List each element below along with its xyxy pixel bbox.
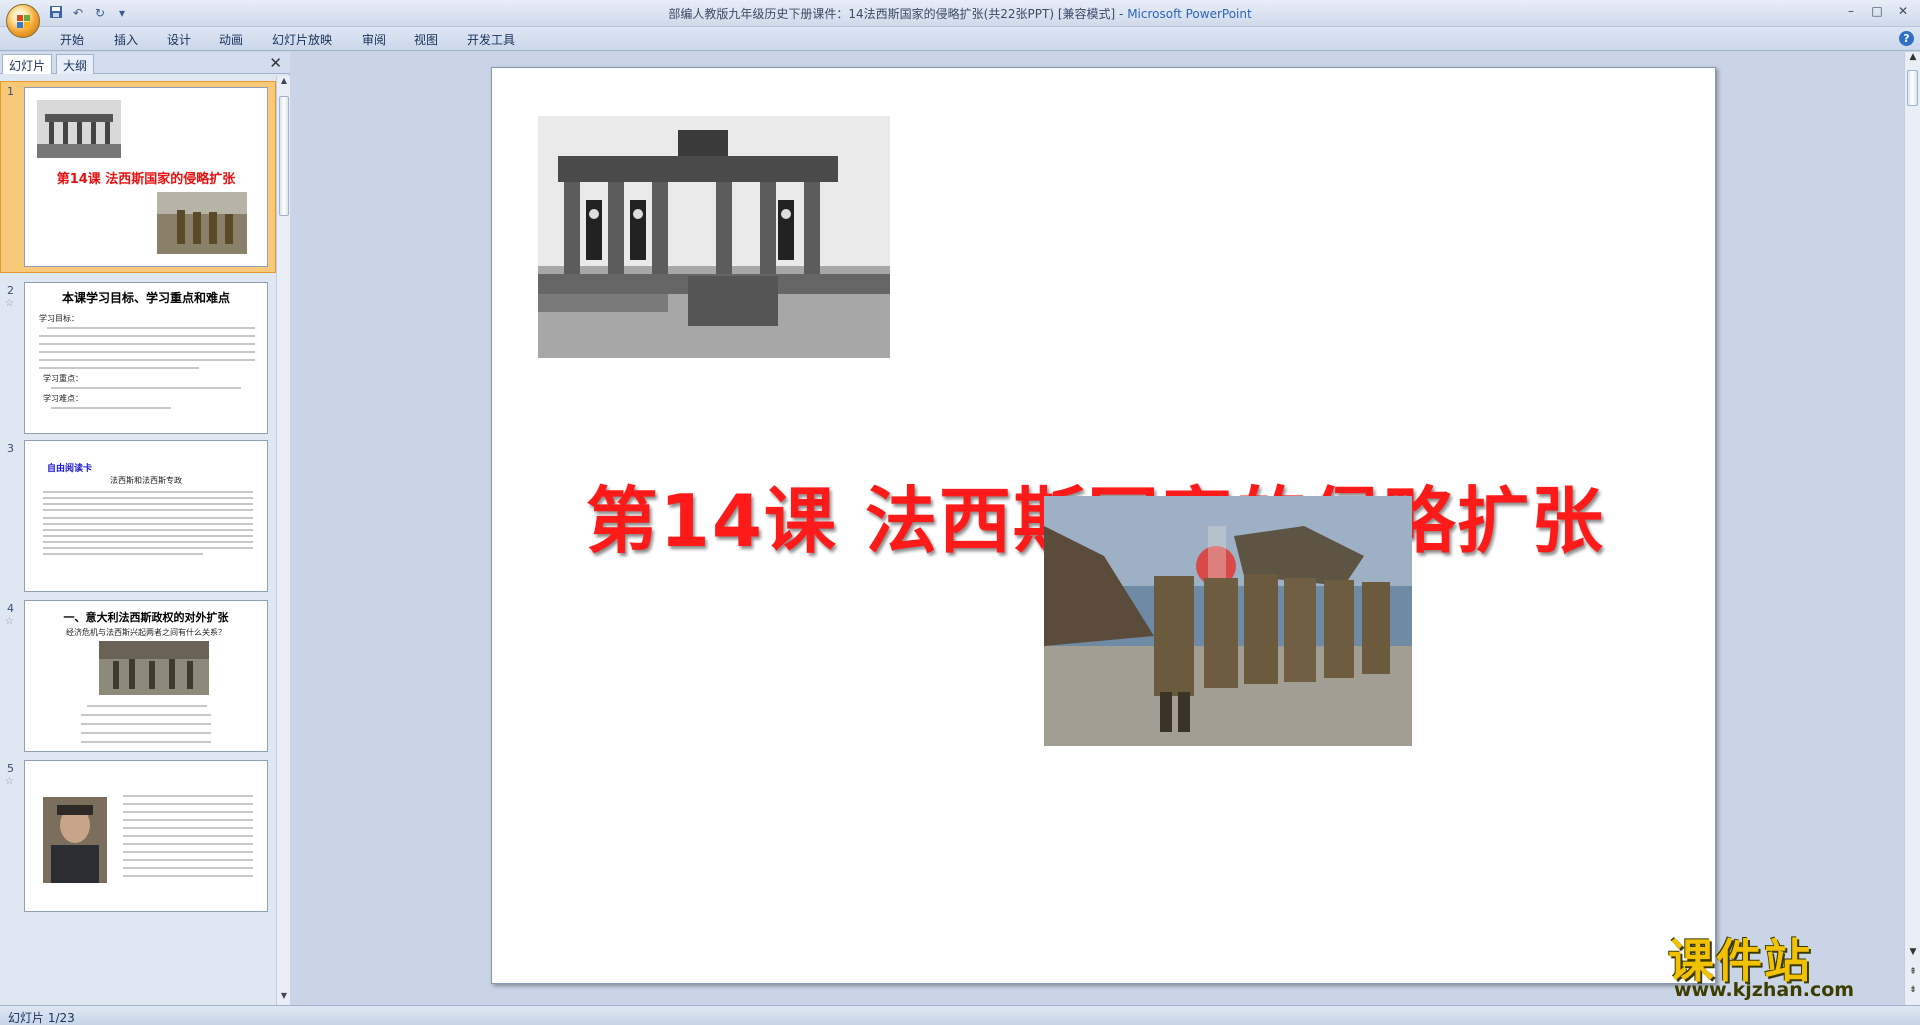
thumb-question: 经济危机与法西斯兴起两者之间有什么关系？: [66, 628, 226, 637]
soldiers-photo-thumb: [157, 192, 247, 254]
slide-thumbnail-4[interactable]: 4 ☆ 一、意大利法西斯政权的对外扩张 经济危机与法西斯兴起两者之间有什么关系？: [0, 598, 276, 758]
panel-tabs: 幻灯片 大纲 ✕: [0, 52, 290, 74]
app-name: Microsoft PowerPoint: [1127, 7, 1252, 21]
transition-icon: ☆: [5, 616, 14, 627]
slide-preview: 本课学习目标、学习重点和难点 学习目标： 学习重点： 学习难点：: [24, 282, 268, 434]
soldiers-march-photo[interactable]: [1044, 496, 1412, 746]
thumb-text: 学习目标：: [39, 314, 79, 323]
slide-canvas[interactable]: 第14课 法西斯国家的侵略扩张: [491, 67, 1716, 984]
office-button[interactable]: [6, 4, 40, 38]
slide-thumbnail-2[interactable]: 2 ☆ 本课学习目标、学习重点和难点 学习目标： 学习重点： 学习难点：: [0, 280, 276, 440]
transition-icon: ☆: [5, 298, 14, 309]
close-button[interactable]: ✕: [1890, 2, 1916, 20]
slide-thumbnail-3[interactable]: 3 自由阅读卡 法西斯和法西斯专政: [0, 438, 276, 598]
gate-photo-thumb: [37, 100, 121, 158]
slide-editor: 第14课 法西斯国家的侵略扩张: [291, 52, 1904, 1005]
thumb-text: 学习重点：: [43, 374, 83, 383]
slide-preview: 自由阅读卡 法西斯和法西斯专政: [24, 440, 268, 592]
slide-number: 1: [7, 85, 14, 98]
thumb-title: 自由阅读卡: [47, 464, 93, 474]
tab-home[interactable]: 开始: [60, 31, 84, 48]
scrollbar-thumb[interactable]: [279, 96, 289, 216]
thumb-title: 一、意大利法西斯政权的对外扩张: [63, 611, 229, 624]
transition-icon: ☆: [5, 776, 14, 787]
window-controls: – □ ✕: [1838, 2, 1916, 20]
window-title: 部编人教版九年级历史下册课件：14法西斯国家的侵略扩张(共22张PPT) [兼容…: [668, 7, 1252, 21]
tab-outline[interactable]: 大纲: [56, 54, 95, 74]
thumb-title: 本课学习目标、学习重点和难点: [61, 291, 230, 305]
portrait-photo-thumb: [43, 797, 107, 883]
scrollbar-thumb[interactable]: [1907, 70, 1918, 106]
scroll-down-icon[interactable]: ▼: [277, 991, 291, 1005]
slide-preview: [24, 760, 268, 912]
slide-counter: 幻灯片 1/23: [8, 1011, 75, 1025]
slide-thumbnail-list: 1 第14课 法西斯国家的侵略扩张 2 ☆ 本课学习目标、学习重点和难点 学习目…: [0, 76, 276, 1005]
slide-thumbnail-5[interactable]: 5 ☆: [0, 758, 276, 918]
tab-developer[interactable]: 开发工具: [467, 31, 515, 48]
slide-number: 2: [7, 284, 14, 297]
editor-scrollbar[interactable]: ▲ ▼ ⇞ ⇟: [1904, 52, 1920, 1005]
help-icon[interactable]: ?: [1899, 31, 1914, 46]
scroll-down-icon[interactable]: ▼: [1905, 947, 1920, 957]
slide-preview: 第14课 法西斯国家的侵略扩张: [24, 87, 268, 267]
slide-number: 4: [7, 602, 14, 615]
brandenburg-gate-photo[interactable]: [538, 116, 890, 358]
scroll-up-icon[interactable]: ▲: [1905, 52, 1920, 62]
thumbnail-scrollbar[interactable]: ▲ ▼: [276, 76, 290, 1005]
slide-number: 3: [7, 442, 14, 455]
crowd-photo-thumb: [99, 641, 209, 695]
next-slide-icon[interactable]: ⇟: [1905, 985, 1920, 995]
close-icon[interactable]: ✕: [269, 54, 282, 72]
tab-view[interactable]: 视图: [414, 31, 438, 48]
tab-animations[interactable]: 动画: [219, 31, 243, 48]
document-title: 部编人教版九年级历史下册课件：14法西斯国家的侵略扩张(共22张PPT) [兼容…: [668, 7, 1116, 21]
thumb-title: 第14课 法西斯国家的侵略扩张: [56, 172, 236, 187]
office-logo-icon: [17, 15, 30, 28]
thumb-text: 学习难点：: [43, 394, 83, 403]
previous-slide-icon[interactable]: ⇞: [1905, 967, 1920, 977]
tab-review[interactable]: 审阅: [362, 31, 386, 48]
watermark: 课件站 www.kjzhan.com: [1668, 925, 1903, 1005]
status-bar: 幻灯片 1/23: [0, 1005, 1920, 1025]
slide-thumbnail-1[interactable]: 1 第14课 法西斯国家的侵略扩张: [0, 81, 276, 273]
tab-slideshow[interactable]: 幻灯片放映: [272, 31, 332, 48]
maximize-button[interactable]: □: [1864, 2, 1890, 20]
thumb-subtitle: 法西斯和法西斯专政: [110, 476, 182, 485]
minimize-button[interactable]: –: [1838, 2, 1864, 20]
tab-slides[interactable]: 幻灯片: [2, 54, 53, 74]
slide-preview: 一、意大利法西斯政权的对外扩张 经济危机与法西斯兴起两者之间有什么关系？: [24, 600, 268, 752]
ribbon-tabs: 开始 插入 设计 动画 幻灯片放映 审阅 视图 开发工具 ?: [0, 27, 1920, 51]
slide-number: 5: [7, 762, 14, 775]
slides-panel: 幻灯片 大纲 ✕ 1 第14课 法西斯国家的侵略扩张 2 ☆ 本课学习目标、学习…: [0, 52, 290, 1005]
tab-insert[interactable]: 插入: [114, 31, 138, 48]
title-bar: ↶ ↻ ▾ 部编人教版九年级历史下册课件：14法西斯国家的侵略扩张(共22张PP…: [0, 0, 1920, 38]
scroll-up-icon[interactable]: ▲: [277, 76, 291, 90]
tab-design[interactable]: 设计: [167, 31, 191, 48]
watermark-url: www.kjzhan.com: [1674, 979, 1855, 1001]
